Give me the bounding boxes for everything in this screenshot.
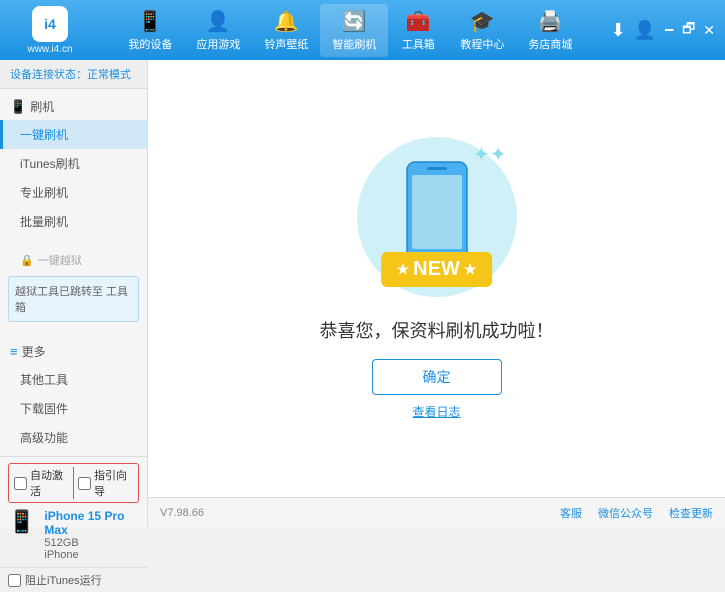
- sidebar-item-other-tools[interactable]: 其他工具: [0, 365, 147, 394]
- user-icon[interactable]: 👤: [634, 20, 656, 41]
- close-icon[interactable]: ✕: [703, 22, 715, 39]
- nav-my-device-label: 我的设备: [128, 36, 172, 52]
- footer-version: V7.98.66: [160, 507, 204, 519]
- success-text: 恭喜您，保资料刷机成功啦！: [320, 317, 554, 343]
- logo-url: www.i4.cn: [27, 44, 72, 55]
- more-section-icon: ≡: [10, 344, 18, 359]
- flash-section-icon: 📱: [10, 99, 26, 115]
- tutorial-icon: 🎓: [470, 9, 495, 34]
- ok-button[interactable]: 确定: [372, 359, 502, 395]
- lock-icon: 🔒: [20, 254, 34, 267]
- nav-ringtones-label: 铃声壁纸: [264, 36, 308, 52]
- device-type: iPhone: [44, 549, 135, 561]
- smart-flash-icon: 🔄: [342, 9, 367, 34]
- new-badge: NEW: [381, 252, 493, 287]
- manual-guide-checkbox[interactable]: [78, 477, 91, 490]
- header-actions: ⬇ 👤 🗕 🗗 ✕: [611, 18, 715, 42]
- auto-row: 自动激活 指引向导: [8, 463, 139, 503]
- nav-apps-label: 应用游戏: [196, 36, 240, 52]
- device-info: iPhone 15 Pro Max 512GB iPhone: [40, 509, 139, 561]
- more-section: ≡ 更多 其他工具 下载固件 高级功能: [0, 334, 147, 456]
- nav-smart-flash[interactable]: 🔄 智能刷机: [320, 4, 388, 57]
- header: i4 www.i4.cn 📱 我的设备 👤 应用游戏 🔔 铃声壁纸 🔄 智能刷机…: [0, 0, 725, 60]
- nav-service[interactable]: 🖨️ 务店商城: [516, 4, 584, 57]
- logo-icon: i4: [32, 6, 68, 42]
- flash-section-header: 📱 刷机: [0, 93, 147, 120]
- service-icon: 🖨️: [538, 9, 563, 34]
- nav-smart-flash-label: 智能刷机: [332, 36, 376, 52]
- apps-icon: 👤: [206, 9, 231, 34]
- manual-guide-checkbox-label[interactable]: 指引向导: [73, 467, 133, 499]
- nav-apps-games[interactable]: 👤 应用游戏: [184, 4, 252, 57]
- status-label: 设备连接状态：: [10, 69, 87, 81]
- new-badge-text: NEW: [413, 258, 460, 281]
- sparkles-icon: ✦✦: [473, 142, 507, 167]
- logo: i4 www.i4.cn: [10, 6, 90, 55]
- device-name: iPhone 15 Pro Max: [44, 509, 135, 537]
- sidebar: 设备连接状态：正常模式 📱 刷机 一键刷机 iTunes刷机 专业刷机 批量刷机…: [0, 60, 148, 527]
- jailbreak-info-box: 越狱工具已跳转至 工具箱: [8, 276, 139, 322]
- status-bar: 设备连接状态：正常模式: [0, 60, 147, 89]
- device-row: 📱 iPhone 15 Pro Max 512GB iPhone: [8, 509, 139, 561]
- sidebar-disabled-jailbreak: 🔒 一键越狱: [0, 248, 147, 272]
- sidebar-item-advanced[interactable]: 高级功能: [0, 423, 147, 452]
- footer-wechat[interactable]: 微信公众号: [598, 505, 653, 521]
- sidebar-item-itunes-flash[interactable]: iTunes刷机: [0, 149, 147, 178]
- itunes-label: 阻止iTunes运行: [25, 572, 102, 588]
- itunes-row: 阻止iTunes运行: [0, 567, 147, 592]
- ringtone-icon: 🔔: [274, 9, 299, 34]
- sidebar-item-one-key-flash[interactable]: 一键刷机: [0, 120, 147, 149]
- auto-activate-checkbox-label[interactable]: 自动激活: [14, 467, 69, 499]
- log-link[interactable]: 查看日志: [412, 403, 460, 420]
- main-content: ✦✦ NEW 恭喜您，保资料刷机成功啦！ 确定 查看日志: [148, 60, 725, 497]
- nav-service-label: 务店商城: [528, 36, 572, 52]
- success-illustration: ✦✦ NEW: [357, 137, 517, 297]
- phone-circle: ✦✦ NEW: [357, 137, 517, 297]
- auto-activate-label: 自动激活: [30, 467, 69, 499]
- sidebar-item-download-firmware[interactable]: 下载固件: [0, 394, 147, 423]
- sidebar-item-pro-flash[interactable]: 专业刷机: [0, 178, 147, 207]
- minimize-icon[interactable]: 🗕: [664, 18, 674, 42]
- device-storage: 512GB: [44, 537, 135, 549]
- device-icon: 📱: [138, 9, 163, 34]
- download-icon[interactable]: ⬇: [611, 20, 626, 41]
- sidebar-item-batch-flash[interactable]: 批量刷机: [0, 207, 147, 236]
- nav-toolbox-label: 工具箱: [402, 36, 435, 52]
- manual-guide-label: 指引向导: [94, 467, 133, 499]
- footer-customer-service[interactable]: 客服: [560, 505, 582, 521]
- top-nav: 📱 我的设备 👤 应用游戏 🔔 铃声壁纸 🔄 智能刷机 🧰 工具箱 🎓 教程中心…: [90, 4, 611, 57]
- nav-my-device[interactable]: 📱 我的设备: [116, 4, 184, 57]
- auto-activate-checkbox[interactable]: [14, 477, 27, 490]
- nav-tutorial-label: 教程中心: [460, 36, 504, 52]
- itunes-checkbox[interactable]: [8, 574, 21, 587]
- nav-tutorial[interactable]: 🎓 教程中心: [448, 4, 516, 57]
- nav-toolbox[interactable]: 🧰 工具箱: [388, 4, 448, 57]
- status-value: 正常模式: [87, 69, 131, 81]
- maximize-icon[interactable]: 🗗: [682, 18, 695, 42]
- phone-small-icon: 📱: [8, 509, 35, 535]
- more-section-header: ≡ 更多: [0, 338, 147, 365]
- flash-section: 📱 刷机 一键刷机 iTunes刷机 专业刷机 批量刷机: [0, 89, 147, 240]
- flash-section-label: 刷机: [30, 98, 54, 115]
- toolbox-icon: 🧰: [406, 9, 431, 34]
- footer: V7.98.66 客服 微信公众号 检查更新: [148, 497, 725, 527]
- more-section-label: 更多: [22, 343, 46, 360]
- device-area: 自动激活 指引向导 📱 iPhone 15 Pro Max 512GB iPho…: [0, 456, 147, 567]
- nav-ringtones[interactable]: 🔔 铃声壁纸: [252, 4, 320, 57]
- footer-check-update[interactable]: 检查更新: [669, 505, 713, 521]
